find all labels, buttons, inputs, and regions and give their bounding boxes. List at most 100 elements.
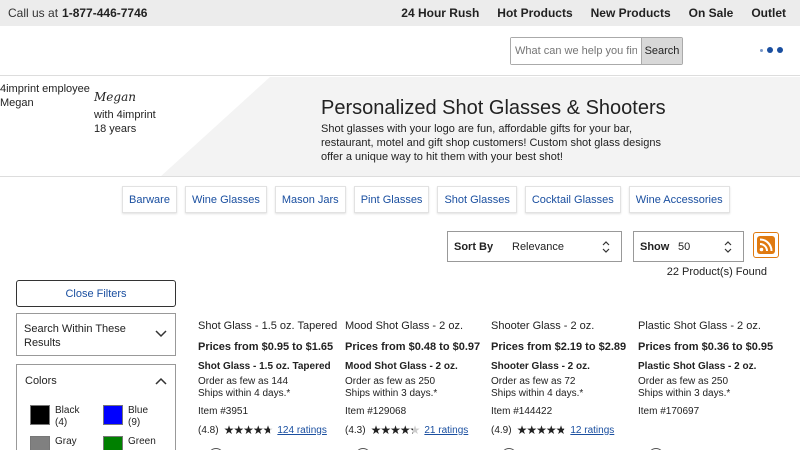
show-count-select[interactable]: Show 50 (633, 231, 744, 262)
color-swatch (103, 436, 123, 450)
nav-24-hour-rush[interactable]: 24 Hour Rush (401, 6, 479, 20)
product-name[interactable]: Plastic Shot Glass - 2 oz. (638, 320, 761, 332)
page-description: Shot glasses with your logo are fun, aff… (321, 123, 661, 163)
category-mason-jars[interactable]: Mason Jars (274, 186, 346, 213)
color-option-black[interactable]: Black (4) (30, 405, 79, 429)
employee-title: 4imprint employee (0, 83, 90, 95)
product-ships: Ships within 4 days.* (491, 388, 584, 399)
product-minimum: Order as few as 72 (491, 376, 576, 387)
star-rating-icon: ★★★★★★★★★★ (223, 423, 274, 437)
color-swatch (30, 436, 50, 450)
rating-score: (4.8) (198, 424, 219, 436)
sort-label: Sort By (454, 240, 494, 253)
colors-filter: Colors Black (4) Blue (9) Gray Green (16, 364, 176, 450)
product-rating: (4.3) ★★★★★★★★★★ 21 ratings (345, 424, 468, 436)
show-chevron-icon (721, 237, 735, 257)
show-label: Show (640, 240, 670, 253)
employee-signature: Megan (94, 90, 136, 104)
product-minimum: Order as few as 250 (638, 376, 729, 387)
ratings-link[interactable]: 12 ratings (570, 425, 614, 436)
ratings-link[interactable]: 21 ratings (424, 425, 468, 436)
search-within-label: Search Within These Results (24, 323, 126, 349)
search-within-results-toggle[interactable]: Search Within These Results (16, 313, 176, 356)
page-title: Personalized Shot Glasses & Shooters (321, 97, 666, 119)
product-price: Prices from $0.95 to $1.65 (198, 341, 334, 353)
product-item-number: Item #3951 (198, 406, 249, 417)
phone-number[interactable]: 1-877-446-7746 (62, 6, 147, 20)
rss-feed-icon[interactable] (753, 232, 779, 258)
color-count: (4) (55, 417, 68, 428)
category-shot-glasses[interactable]: Shot Glasses (437, 186, 517, 213)
product-name[interactable]: Shot Glass - 1.5 oz. Tapered (198, 320, 337, 332)
tenure-company: with 4imprint (94, 109, 156, 121)
color-option-green[interactable]: Green (103, 436, 156, 450)
nav-new-products[interactable]: New Products (591, 6, 671, 20)
star-rating-icon: ★★★★★★★★★★ (370, 423, 421, 437)
loading-dots-icon (760, 47, 783, 53)
star-rating-icon: ★★★★★★★★★★ (516, 423, 567, 437)
color-option-blue[interactable]: Blue (9) (103, 405, 148, 429)
chevron-up-icon[interactable] (155, 377, 167, 385)
product-minimum: Order as few as 144 (198, 376, 289, 387)
nav-on-sale[interactable]: On Sale (689, 6, 734, 20)
nav-hot-products[interactable]: Hot Products (497, 6, 572, 20)
top-bar: Call us at 1-877-446-7746 24 Hour Rush Ho… (0, 0, 800, 26)
product-ships: Ships within 3 days.* (638, 388, 731, 399)
product-ships: Ships within 4 days.* (198, 388, 291, 399)
category-hero: 4imprint employee Megan Megan with 4impr… (0, 77, 800, 177)
product-name[interactable]: Mood Shot Glass - 2 oz. (345, 320, 463, 332)
search-input[interactable] (511, 38, 641, 64)
chevron-down-icon (155, 330, 167, 338)
product-subtitle: Shot Glass - 1.5 oz. Tapered (198, 361, 331, 372)
rating-score: (4.3) (345, 424, 366, 436)
category-wine-accessories[interactable]: Wine Accessories (628, 186, 730, 213)
search-box: Search (510, 37, 683, 65)
category-barware[interactable]: Barware (122, 186, 177, 213)
product-item-number: Item #170697 (638, 406, 700, 417)
top-nav: 24 Hour Rush Hot Products New Products O… (401, 6, 786, 20)
sort-select[interactable]: Sort By Relevance (447, 231, 622, 262)
ratings-link[interactable]: 124 ratings (277, 425, 326, 436)
product-item-number: Item #144422 (491, 406, 553, 417)
color-count: (9) (128, 417, 141, 428)
color-name: Black (55, 405, 80, 416)
call-us: Call us at 1-877-446-7746 (8, 6, 147, 20)
show-value: 50 (678, 240, 691, 253)
product-ships: Ships within 3 days.* (345, 388, 438, 399)
product-rating: (4.8) ★★★★★ ★★★★★ 124 ratings (198, 424, 327, 436)
category-links: Barware Wine Glasses Mason Jars Pint Gla… (122, 186, 730, 213)
close-filters-button[interactable]: Close Filters (16, 280, 176, 307)
nav-outlet[interactable]: Outlet (751, 6, 786, 20)
color-swatch (103, 405, 123, 425)
search-button[interactable]: Search (641, 38, 682, 64)
category-cocktail-glasses[interactable]: Cocktail Glasses (524, 186, 621, 213)
results-count: 22 Product(s) Found (666, 266, 767, 278)
category-wine-glasses[interactable]: Wine Glasses (184, 186, 267, 213)
call-label: Call us at (8, 6, 59, 20)
product-item-number: Item #129068 (345, 406, 407, 417)
colors-label: Colors (25, 375, 57, 387)
product-name[interactable]: Shooter Glass - 2 oz. (491, 320, 594, 332)
sort-chevron-icon (599, 237, 613, 257)
employee-info: 4imprint employee Megan (0, 82, 90, 110)
product-rating: (4.9) ★★★★★ ★★★★★ 12 ratings (491, 424, 614, 436)
employee-tenure: with 4imprint 18 years (94, 108, 156, 136)
employee-name: Megan (0, 97, 34, 109)
color-swatch (30, 405, 50, 425)
product-price: Prices from $0.48 to $0.97 (345, 341, 481, 353)
color-name: Blue (128, 405, 149, 416)
product-minimum: Order as few as 250 (345, 376, 436, 387)
sort-value: Relevance (512, 240, 564, 253)
product-price: Prices from $0.36 to $0.95 (638, 341, 774, 353)
tenure-years: 18 years (94, 123, 137, 135)
product-subtitle: Mood Shot Glass - 2 oz. (345, 361, 458, 372)
rating-score: (4.9) (491, 424, 512, 436)
color-name: Green (128, 436, 156, 447)
product-subtitle: Shooter Glass - 2 oz. (491, 361, 590, 372)
site-header: Search (0, 26, 800, 76)
product-price: Prices from $2.19 to $2.89 (491, 341, 627, 353)
color-name: Gray (55, 436, 77, 447)
color-option-gray[interactable]: Gray (30, 436, 77, 450)
product-subtitle: Plastic Shot Glass - 2 oz. (638, 361, 757, 372)
category-pint-glasses[interactable]: Pint Glasses (353, 186, 430, 213)
